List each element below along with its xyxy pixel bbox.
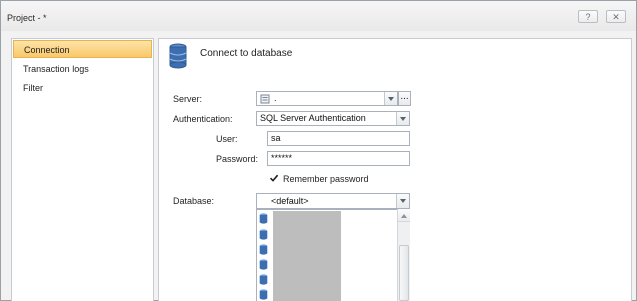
database-icon — [169, 43, 187, 69]
title-bar: Project - * ? ✕ — [1, 1, 636, 31]
sidebar: Connection Transaction logs Filter — [11, 38, 154, 301]
remember-password-label: Remember password — [283, 174, 369, 184]
sidebar-item-label: Transaction logs — [23, 64, 89, 74]
server-label: Server: — [173, 94, 203, 104]
sidebar-item-connection[interactable]: Connection — [13, 40, 152, 58]
help-button[interactable]: ? — [578, 10, 598, 23]
sidebar-item-label: Connection — [24, 45, 70, 55]
close-button[interactable]: ✕ — [606, 10, 626, 23]
database-icon — [259, 289, 268, 300]
sidebar-item-transaction-logs[interactable]: Transaction logs — [13, 60, 152, 78]
authentication-label: Authentication: — [173, 114, 233, 124]
user-field[interactable]: sa — [267, 131, 410, 146]
authentication-select[interactable]: SQL Server Authentication — [256, 111, 410, 126]
database-icon — [259, 213, 268, 224]
chevron-down-icon[interactable] — [384, 92, 397, 105]
server-icon — [260, 94, 270, 104]
user-label: User: — [216, 134, 238, 144]
database-label: Database: — [173, 196, 215, 206]
database-icon — [259, 244, 268, 255]
database-icon — [259, 274, 268, 285]
password-value: ****** — [271, 153, 293, 163]
sidebar-item-label: Filter — [23, 83, 43, 93]
database-icon — [259, 229, 268, 240]
database-value: <default> — [271, 196, 309, 206]
server-value: . — [274, 93, 277, 103]
server-select[interactable]: . — [256, 91, 398, 106]
chevron-down-icon[interactable] — [396, 112, 409, 125]
database-list-scrollbar[interactable] — [397, 209, 410, 301]
authentication-value: SQL Server Authentication — [260, 113, 366, 123]
database-icon — [259, 259, 268, 270]
user-value: sa — [271, 133, 281, 143]
scroll-up-arrow-icon[interactable] — [398, 209, 410, 222]
database-select[interactable]: <default> — [256, 193, 410, 209]
remember-password-checkbox[interactable] — [269, 173, 279, 183]
window-title: Project - * — [7, 13, 47, 23]
database-list-names — [273, 211, 341, 301]
password-label: Password: — [216, 154, 259, 164]
sidebar-item-filter[interactable]: Filter — [13, 79, 152, 97]
server-browse-button[interactable]: ... — [398, 91, 411, 106]
password-field[interactable]: ****** — [267, 151, 410, 166]
page-title: Connect to database — [200, 48, 293, 59]
chevron-down-icon[interactable] — [396, 194, 409, 208]
scroll-thumb[interactable] — [399, 245, 409, 301]
